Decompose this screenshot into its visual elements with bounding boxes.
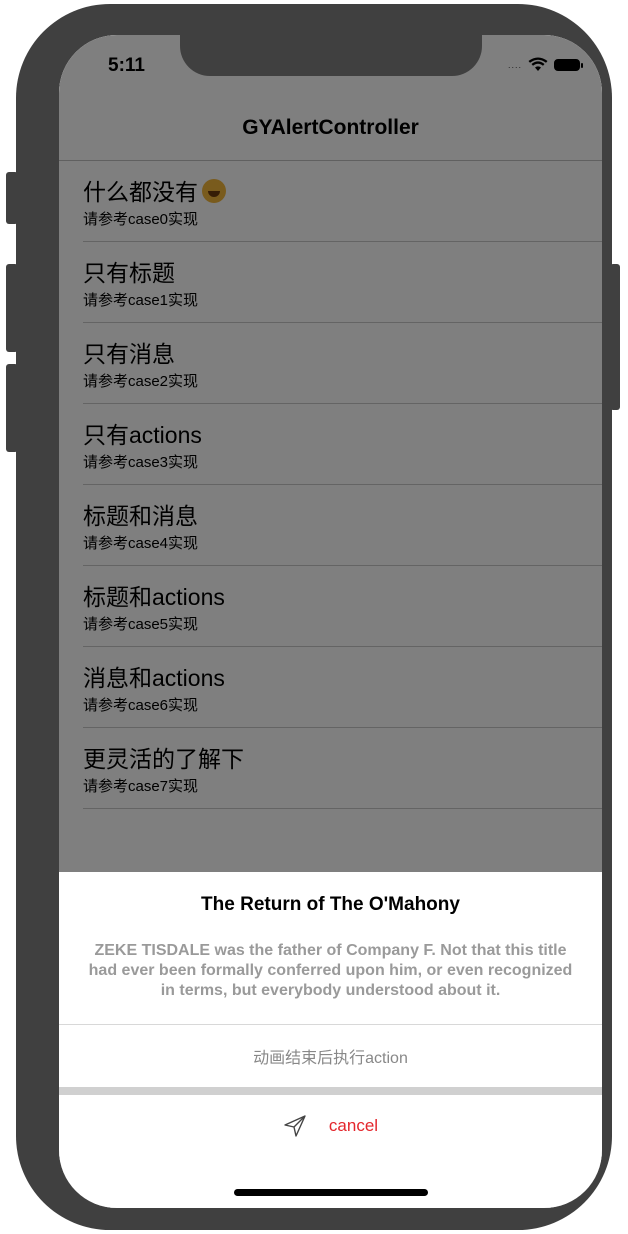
sheet-message: ZEKE TISDALE was the father of Company F… [88, 942, 573, 999]
sheet-title: The Return of The O'Mahony [201, 894, 460, 915]
cancel-button[interactable]: cancel [59, 1095, 602, 1157]
notch [180, 35, 482, 76]
action-sheet: The Return of The O'Mahony ZEKE TISDALE … [59, 872, 602, 1208]
sheet-gap [59, 1087, 602, 1095]
screen: 5:11 .... GYAlertController 什么都没有 请参考cas… [59, 35, 602, 1208]
action-button[interactable]: 动画结束后执行action [59, 1025, 602, 1087]
send-icon [284, 1115, 306, 1137]
cancel-label: cancel [328, 1116, 379, 1135]
home-indicator[interactable] [234, 1189, 428, 1196]
